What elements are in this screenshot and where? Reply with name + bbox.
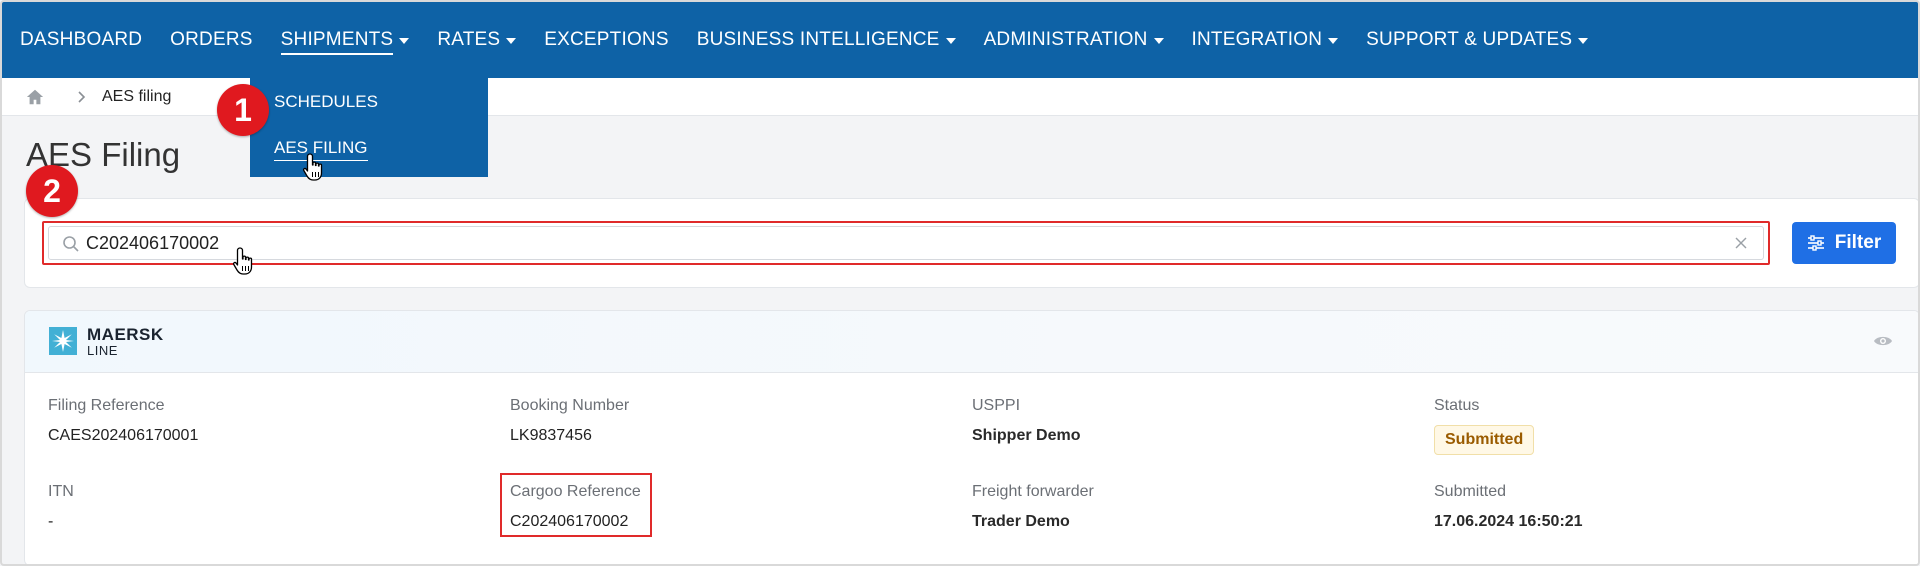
nav-shipments[interactable]: SHIPMENTS <box>280 2 410 78</box>
top-navigation: DASHBOARD ORDERS SHIPMENTS RATES EXCEPTI… <box>2 2 1918 78</box>
status-badge: Submitted <box>1434 425 1535 455</box>
nav-label: DASHBOARD <box>20 29 143 50</box>
nav-orders[interactable]: ORDERS <box>170 2 253 78</box>
nav-business-intelligence[interactable]: BUSINESS INTELLIGENCE <box>697 2 956 78</box>
caret-down-icon <box>399 38 410 44</box>
hand-cursor-icon <box>232 247 253 275</box>
maersk-star-logo-icon <box>49 327 77 355</box>
nav-integration[interactable]: INTEGRATION <box>1192 2 1339 78</box>
nav-label: EXCEPTIONS <box>544 29 669 50</box>
submitted-label: Submitted <box>1434 483 1507 500</box>
eye-icon[interactable] <box>1873 333 1893 349</box>
caret-down-icon <box>1153 38 1164 44</box>
nav-support-updates[interactable]: SUPPORT & UPDATES <box>1366 2 1589 78</box>
step-marker-1: 1 <box>217 84 269 136</box>
hand-cursor-icon <box>302 153 323 181</box>
usppi-value: Shipper Demo <box>972 427 1081 444</box>
itn-label: ITN <box>48 483 74 500</box>
usppi-label: USPPI <box>972 397 1021 414</box>
caret-down-icon <box>1328 38 1339 44</box>
caret-down-icon <box>945 38 956 44</box>
freight-forwarder-label: Freight forwarder <box>972 483 1094 500</box>
nav-label: INTEGRATION <box>1191 29 1323 50</box>
brand-subtitle: LINE <box>87 343 118 358</box>
caret-down-icon <box>506 38 517 44</box>
breadcrumb-current: AES filing <box>102 87 172 105</box>
nav-dashboard[interactable]: DASHBOARD <box>20 2 142 78</box>
sliders-icon <box>1807 235 1824 251</box>
menu-item-schedules[interactable]: SCHEDULES <box>274 92 378 112</box>
cargoo-reference-label: Cargoo Reference <box>510 483 641 500</box>
home-icon[interactable] <box>26 88 44 106</box>
nav-label: SUPPORT & UPDATES <box>1366 29 1573 50</box>
filter-button[interactable]: Filter <box>1792 222 1896 264</box>
nav-label: RATES <box>437 29 501 50</box>
freight-forwarder-value: Trader Demo <box>972 513 1070 530</box>
nav-administration[interactable]: ADMINISTRATION <box>984 2 1164 78</box>
filing-reference-label: Filing Reference <box>48 397 165 414</box>
filter-button-label: Filter <box>1834 232 1882 253</box>
nav-label: SHIPMENTS <box>280 29 394 55</box>
close-icon[interactable] <box>1734 236 1748 250</box>
filing-reference-value: CAES202406170001 <box>48 427 199 444</box>
caret-down-icon <box>1578 38 1589 44</box>
itn-value: - <box>48 513 54 530</box>
nav-label: ORDERS <box>170 29 253 50</box>
nav-rates[interactable]: RATES <box>437 2 517 78</box>
search-input[interactable] <box>86 228 1726 258</box>
brand-name: MAERSK <box>87 325 164 344</box>
nav-exceptions[interactable]: EXCEPTIONS <box>544 2 668 78</box>
booking-number-value: LK9837456 <box>510 427 592 444</box>
submitted-value: 17.06.2024 16:50:21 <box>1434 513 1583 530</box>
booking-number-label: Booking Number <box>510 397 630 414</box>
card-header: MAERSK LINE <box>25 311 1918 373</box>
shipments-dropdown: SCHEDULES AES FILING <box>250 78 488 177</box>
chevron-right-icon <box>78 90 86 103</box>
step-marker-2: 2 <box>26 165 78 217</box>
nav-label: ADMINISTRATION <box>983 29 1148 50</box>
cargoo-reference-value: C202406170002 <box>510 513 629 530</box>
app-frame: DASHBOARD ORDERS SHIPMENTS RATES EXCEPTI… <box>0 0 1920 566</box>
search-icon <box>63 236 79 252</box>
nav-label: BUSINESS INTELLIGENCE <box>696 29 940 50</box>
status-label: Status <box>1434 397 1480 414</box>
